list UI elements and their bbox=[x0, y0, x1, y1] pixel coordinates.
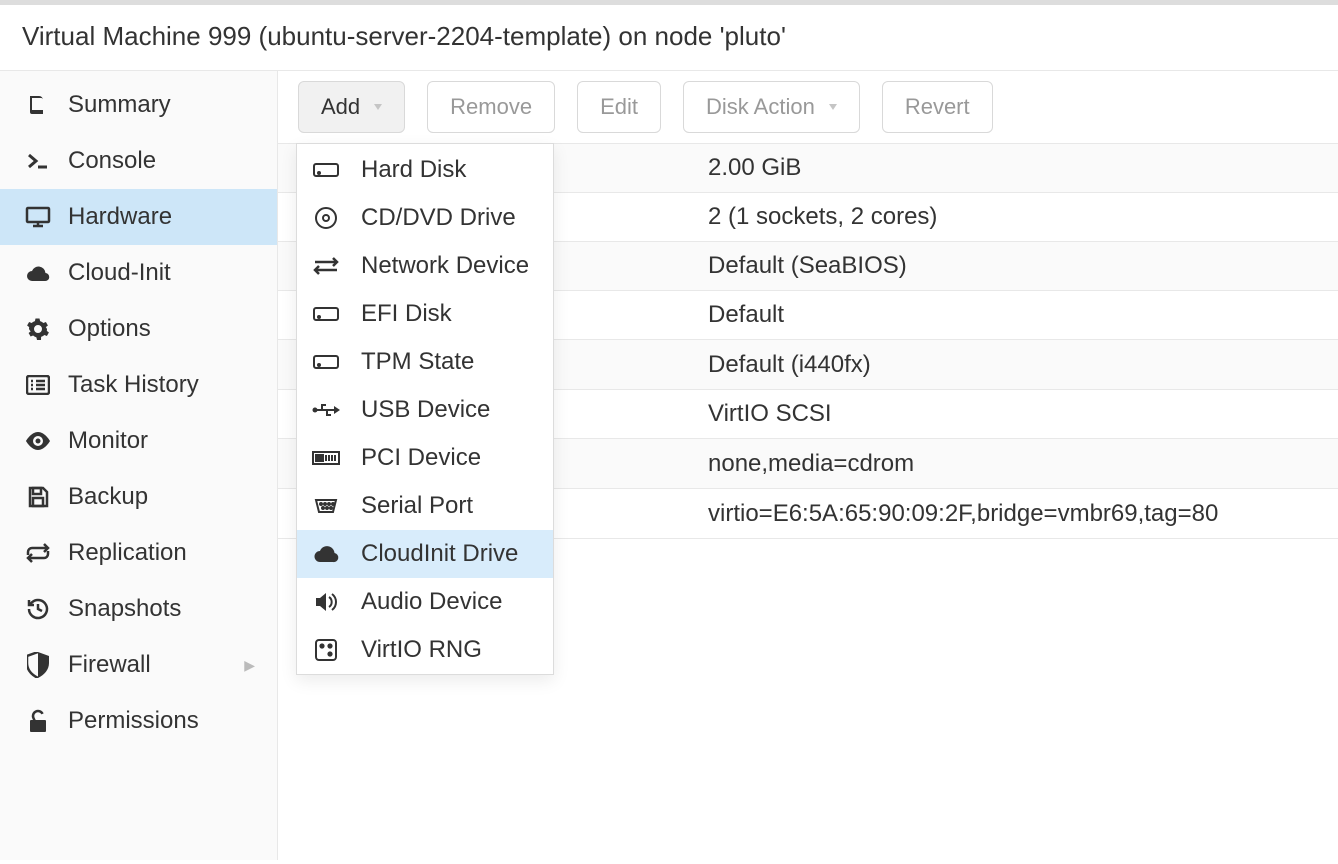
main-area: Summary Console Hardware Cloud-Init Opti… bbox=[0, 71, 1338, 860]
menu-item-serial-port[interactable]: Serial Port bbox=[297, 482, 553, 530]
cloud-icon bbox=[309, 544, 343, 564]
audio-icon bbox=[309, 591, 343, 613]
chevron-right-icon: ▶ bbox=[244, 657, 255, 674]
sidebar-item-monitor[interactable]: Monitor bbox=[0, 413, 277, 469]
gear-icon bbox=[24, 317, 52, 341]
shield-icon bbox=[24, 652, 52, 678]
menu-item-efi-disk[interactable]: EFI Disk bbox=[297, 290, 553, 338]
sidebar-item-label: Summary bbox=[68, 91, 171, 119]
sidebar-item-backup[interactable]: Backup bbox=[0, 469, 277, 525]
terminal-icon bbox=[24, 149, 52, 173]
pci-icon bbox=[309, 449, 343, 467]
save-icon bbox=[24, 485, 52, 509]
hw-value: VirtIO SCSI bbox=[708, 400, 1338, 428]
serial-icon bbox=[309, 498, 343, 514]
history-icon bbox=[24, 597, 52, 621]
edit-button[interactable]: Edit bbox=[577, 81, 661, 133]
hw-value: 2 (1 sockets, 2 cores) bbox=[708, 203, 1338, 231]
menu-item-network-device[interactable]: Network Device bbox=[297, 242, 553, 290]
menu-item-label: TPM State bbox=[361, 348, 474, 376]
menu-item-label: PCI Device bbox=[361, 444, 481, 472]
content-panel: Add Remove Edit Disk Action Revert 2.00 … bbox=[278, 71, 1338, 860]
hw-value: none,media=cdrom bbox=[708, 450, 1338, 478]
menu-item-label: Audio Device bbox=[361, 588, 502, 616]
sync-icon bbox=[24, 543, 52, 563]
sidebar-item-label: Options bbox=[68, 315, 151, 343]
menu-item-label: VirtIO RNG bbox=[361, 636, 482, 664]
menu-item-label: Serial Port bbox=[361, 492, 473, 520]
cloud-icon bbox=[24, 263, 52, 283]
sidebar-item-summary[interactable]: Summary bbox=[0, 77, 277, 133]
page-title: Virtual Machine 999 (ubuntu-server-2204-… bbox=[0, 5, 1338, 71]
sidebar-item-label: Backup bbox=[68, 483, 148, 511]
hdd-icon bbox=[309, 159, 343, 181]
menu-item-label: CD/DVD Drive bbox=[361, 204, 516, 232]
sidebar-item-snapshots[interactable]: Snapshots bbox=[0, 581, 277, 637]
sidebar-item-label: Hardware bbox=[68, 203, 172, 231]
eye-icon bbox=[24, 432, 52, 450]
hw-value: Default (i440fx) bbox=[708, 351, 1338, 379]
menu-item-pci-device[interactable]: PCI Device bbox=[297, 434, 553, 482]
sidebar-item-hardware[interactable]: Hardware bbox=[0, 189, 277, 245]
remove-button[interactable]: Remove bbox=[427, 81, 555, 133]
chevron-down-icon bbox=[374, 104, 382, 110]
sidebar-item-label: Firewall bbox=[68, 651, 151, 679]
menu-item-virtio-rng[interactable]: VirtIO RNG bbox=[297, 626, 553, 674]
toolbar: Add Remove Edit Disk Action Revert bbox=[278, 71, 1338, 143]
menu-item-label: USB Device bbox=[361, 396, 490, 424]
menu-item-hard-disk[interactable]: Hard Disk bbox=[297, 146, 553, 194]
sidebar-item-label: Permissions bbox=[68, 707, 199, 735]
sidebar: Summary Console Hardware Cloud-Init Opti… bbox=[0, 71, 278, 860]
sidebar-item-console[interactable]: Console bbox=[0, 133, 277, 189]
menu-item-cddvd[interactable]: CD/DVD Drive bbox=[297, 194, 553, 242]
menu-item-audio-device[interactable]: Audio Device bbox=[297, 578, 553, 626]
list-icon bbox=[24, 375, 52, 395]
sidebar-item-options[interactable]: Options bbox=[0, 301, 277, 357]
menu-item-label: EFI Disk bbox=[361, 300, 452, 328]
revert-button[interactable]: Revert bbox=[882, 81, 993, 133]
add-dropdown-menu: Hard Disk CD/DVD Drive Network Device EF… bbox=[296, 143, 554, 675]
menu-item-label: CloudInit Drive bbox=[361, 540, 518, 568]
disc-icon bbox=[309, 206, 343, 230]
exchange-icon bbox=[309, 256, 343, 276]
sidebar-item-replication[interactable]: Replication bbox=[0, 525, 277, 581]
hdd-icon bbox=[309, 303, 343, 325]
sidebar-item-label: Cloud-Init bbox=[68, 259, 171, 287]
hw-value: virtio=E6:5A:65:90:09:2F,bridge=vmbr69,t… bbox=[708, 500, 1338, 528]
unlock-icon bbox=[24, 709, 52, 733]
menu-item-tpm-state[interactable]: TPM State bbox=[297, 338, 553, 386]
usb-icon bbox=[309, 401, 343, 419]
dice-icon bbox=[309, 638, 343, 662]
menu-item-label: Network Device bbox=[361, 252, 529, 280]
book-icon bbox=[24, 93, 52, 117]
sidebar-item-label: Monitor bbox=[68, 427, 148, 455]
menu-item-usb-device[interactable]: USB Device bbox=[297, 386, 553, 434]
sidebar-item-firewall[interactable]: Firewall ▶ bbox=[0, 637, 277, 693]
sidebar-item-cloudinit[interactable]: Cloud-Init bbox=[0, 245, 277, 301]
disk-action-button[interactable]: Disk Action bbox=[683, 81, 860, 133]
sidebar-item-label: Task History bbox=[68, 371, 199, 399]
chevron-down-icon bbox=[829, 104, 837, 110]
monitor-icon bbox=[24, 205, 52, 229]
sidebar-item-taskhistory[interactable]: Task History bbox=[0, 357, 277, 413]
sidebar-item-label: Replication bbox=[68, 539, 187, 567]
hw-value: Default bbox=[708, 301, 1338, 329]
sidebar-item-label: Snapshots bbox=[68, 595, 181, 623]
sidebar-item-label: Console bbox=[68, 147, 156, 175]
hw-value: Default (SeaBIOS) bbox=[708, 252, 1338, 280]
add-button[interactable]: Add bbox=[298, 81, 405, 133]
menu-item-label: Hard Disk bbox=[361, 156, 466, 184]
hdd-icon bbox=[309, 351, 343, 373]
sidebar-item-permissions[interactable]: Permissions bbox=[0, 693, 277, 749]
hw-value: 2.00 GiB bbox=[708, 154, 1338, 182]
menu-item-cloudinit-drive[interactable]: CloudInit Drive bbox=[297, 530, 553, 578]
